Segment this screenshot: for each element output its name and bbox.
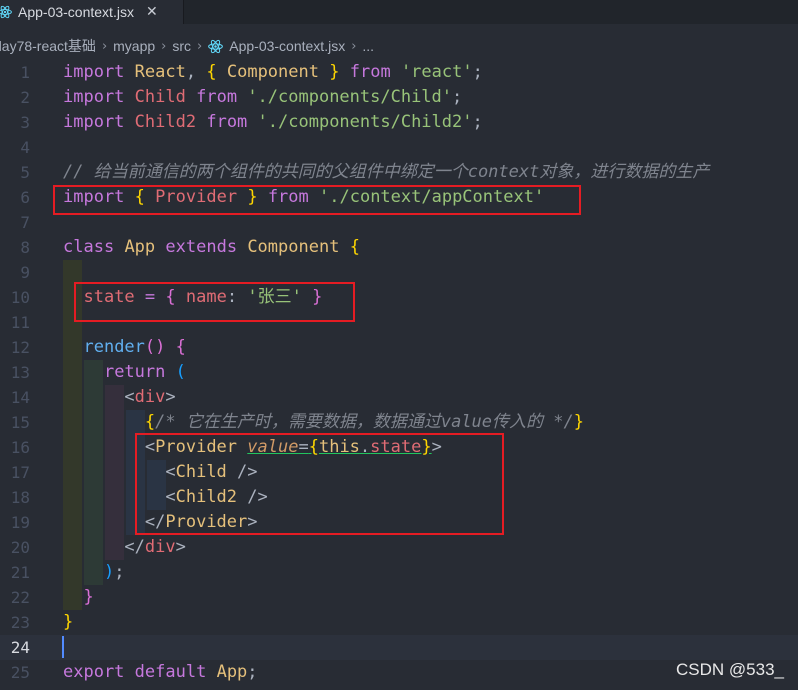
code-line: 4 (20, 138, 30, 157)
breadcrumb-item-myapp[interactable]: myapp (113, 38, 155, 54)
code-line: 5// 给当前通信的两个组件的共同的父组件中绑定一个context对象，进行数据… (20, 162, 710, 182)
code-line: 15 {/* 它在生产时，需要数据，数据通过value传入的 */} (10, 412, 584, 432)
code-line: 21 ); (10, 562, 125, 582)
watermark: CSDN @533_ (676, 660, 784, 679)
code-line: 23} (10, 612, 74, 632)
breadcrumb-item-file[interactable]: App-03-context.jsx (229, 38, 345, 54)
code-editor[interactable]: 1 import React, { Component } from 'react… (0, 60, 798, 690)
chevron-right-icon: › (101, 38, 108, 54)
code-line: 10 state = { name: '张三' } (10, 287, 323, 307)
code-line: 11 (10, 313, 30, 332)
code-line: 7 (20, 213, 30, 232)
breadcrumb: day78-react基础 › myapp › src › App-03-con… (0, 34, 798, 58)
code-line-current: 24 (0, 635, 798, 660)
breadcrumb-item-src[interactable]: src (172, 38, 191, 54)
code-line: 14 <div> (10, 387, 176, 407)
breadcrumb-item-more[interactable]: ... (362, 38, 374, 54)
code-line: 9 (20, 263, 30, 282)
chevron-right-icon: › (197, 38, 203, 54)
code-line: 6 import { Provider } from './context/app… (20, 187, 545, 207)
tab-app-03-context[interactable]: App-03-context.jsx ✕ (0, 0, 184, 24)
code-line: 17 <Child /> (10, 462, 258, 482)
code-line: 1 import React, { Component } from 'react… (20, 62, 483, 82)
code-line: 13 return ( (10, 362, 186, 382)
code-line: 8 class App extends Component { (20, 237, 360, 257)
code-line: 19 </Provider> (10, 512, 258, 532)
code-line: 3 import Child2 from './components/Child2… (20, 112, 483, 132)
tab-label: App-03-context.jsx (18, 4, 134, 20)
chevron-right-icon: › (351, 38, 357, 54)
react-icon (208, 39, 224, 53)
code-line: 18 <Child2 /> (10, 487, 268, 507)
breadcrumb-item-project[interactable]: day78-react基础 (0, 36, 96, 56)
code-line: 2 import Child from './components/Child'; (20, 87, 463, 107)
react-icon (0, 5, 12, 19)
code-line: 22 } (10, 587, 94, 607)
close-icon[interactable]: ✕ (146, 4, 158, 20)
code-line: 12 render() { (10, 337, 186, 357)
code-line: 16 <Provider value={this.state}> (10, 437, 442, 457)
editor-tab-bar: App-03-context.jsx ✕ (0, 0, 798, 24)
code-line: 20 </div> (10, 537, 186, 557)
text-cursor (62, 636, 64, 658)
chevron-right-icon: › (161, 38, 167, 54)
